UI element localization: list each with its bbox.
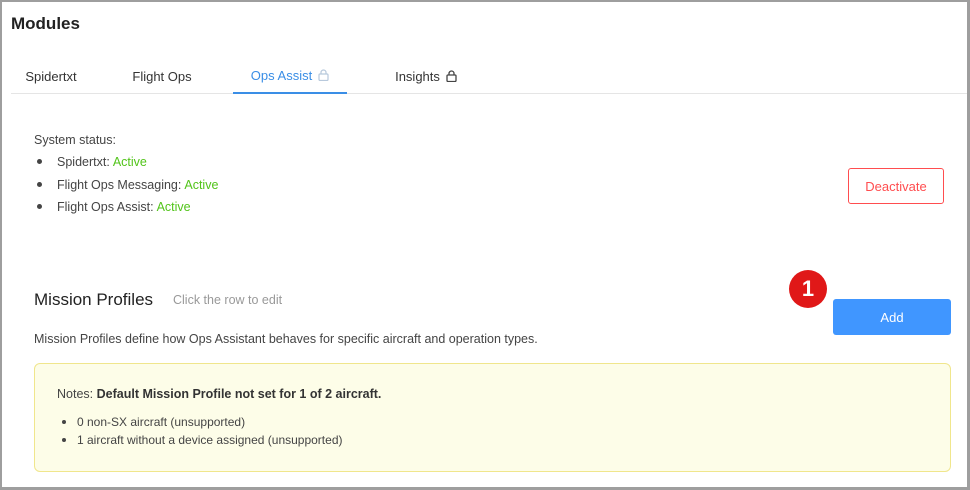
bullet-icon <box>37 204 42 209</box>
tab-ops-assist[interactable]: Ops Assist <box>233 58 347 94</box>
mission-profiles-hint: Click the row to edit <box>173 293 283 307</box>
notes-prefix: Notes: <box>57 387 94 401</box>
bullet-icon <box>37 159 42 164</box>
status-badge: Active <box>156 200 191 214</box>
list-item: Spidertxt: Active <box>34 153 218 176</box>
status-name: Spidertxt: <box>57 155 110 169</box>
system-status-label: System status: <box>34 133 116 147</box>
list-item: 0 non-SX aircraft (unsupported) <box>59 414 342 432</box>
status-badge: Active <box>184 177 219 192</box>
status-badge: Active <box>112 155 147 169</box>
notes-headline: Notes: Default Mission Profile not set f… <box>57 387 381 401</box>
list-item: Flight Ops Messaging: Active <box>34 176 218 199</box>
bullet-icon <box>37 181 42 187</box>
step-callout-badge: 1 <box>789 270 827 308</box>
list-item: Flight Ops Assist: Active <box>34 198 218 221</box>
tab-label: Flight Ops <box>132 68 192 84</box>
system-status-list: Spidertxt: Active Flight Ops Messaging: … <box>34 153 218 221</box>
note-text: 1 aircraft without a device assigned (un… <box>77 433 343 447</box>
mission-profiles-title: Mission Profiles <box>34 290 154 309</box>
notes-list: 0 non-SX aircraft (unsupported) 1 aircra… <box>59 414 342 450</box>
tab-label: Spidertxt <box>25 68 77 84</box>
bullet-icon <box>62 438 66 442</box>
tab-spidertxt[interactable]: Spidertxt <box>14 58 88 94</box>
mission-profiles-description: Mission Profiles define how Ops Assistan… <box>34 332 538 346</box>
lock-icon <box>318 69 329 81</box>
status-name: Flight Ops Assist: <box>57 200 154 214</box>
deactivate-button[interactable]: Deactivate <box>848 168 944 204</box>
tab-label: Insights <box>395 68 440 84</box>
notes-headline-text: Default Mission Profile not set for 1 of… <box>96 387 382 401</box>
lock-icon <box>446 70 457 82</box>
status-name: Flight Ops Messaging: <box>57 177 182 192</box>
tab-insights[interactable]: Insights <box>381 58 471 94</box>
tab-label: Ops Assist <box>250 67 313 83</box>
add-mission-profile-button[interactable]: Add <box>833 299 951 335</box>
modules-panel: Modules Spidertxt Flight Ops Ops Assist … <box>0 0 970 490</box>
note-text: 0 non-SX aircraft (unsupported) <box>77 415 246 429</box>
module-tabs: Spidertxt Flight Ops Ops Assist Insights <box>11 58 967 94</box>
list-item: 1 aircraft without a device assigned (un… <box>59 432 342 450</box>
page-title: Modules <box>11 14 80 33</box>
bullet-icon <box>62 420 66 424</box>
notes-box: Notes: Default Mission Profile not set f… <box>34 363 951 472</box>
tab-flight-ops[interactable]: Flight Ops <box>121 58 203 94</box>
